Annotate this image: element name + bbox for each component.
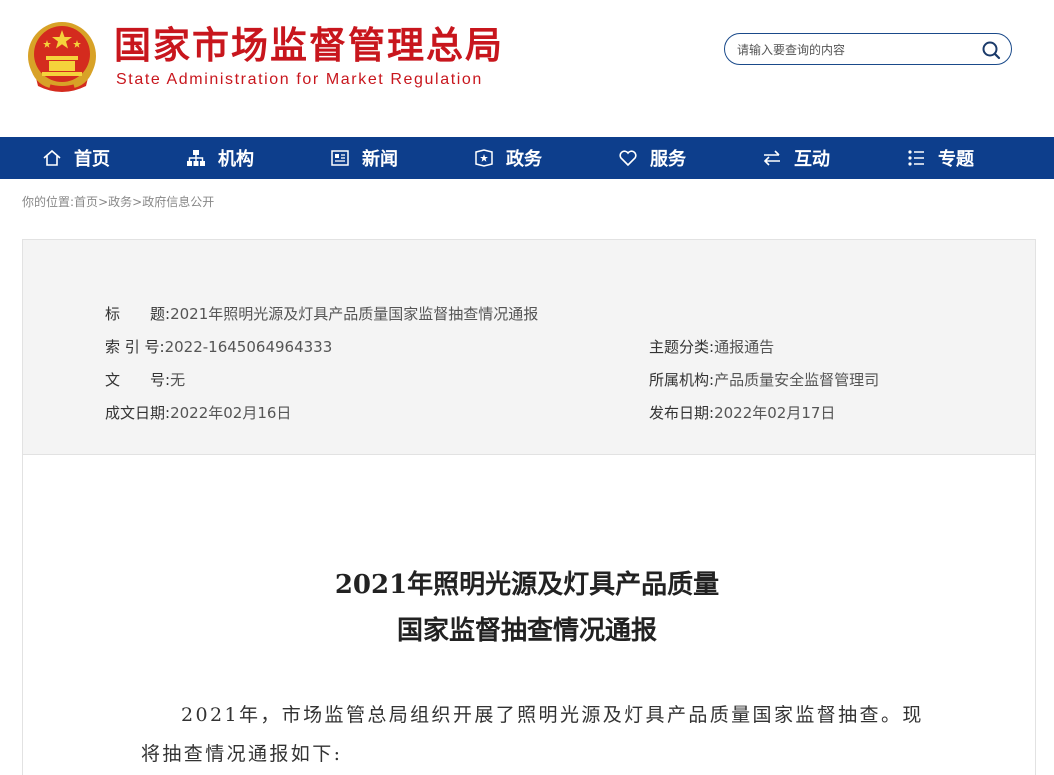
nav-label: 机构: [218, 149, 254, 170]
nav-label: 政务: [506, 149, 542, 170]
breadcrumb-separator: >: [98, 195, 109, 209]
article-title-line-1: 2021年照明光源及灯具产品质量: [334, 570, 720, 600]
meta-label: 发布日期:: [649, 404, 715, 422]
site-title: 国家市场监督管理总局: [114, 24, 504, 67]
government-icon: [475, 149, 493, 167]
nav-item-home[interactable]: 首页: [42, 137, 110, 179]
meta-doc-no: 文 号:无: [105, 370, 185, 390]
newspaper-icon: [331, 150, 349, 166]
meta-created-date: 成文日期:2022年02月16日: [105, 403, 291, 423]
main-nav: 首页 机构 新闻 政务 服务 互动 专题: [0, 137, 1054, 179]
meta-label: 成文日期:: [105, 404, 171, 422]
breadcrumb-link-info[interactable]: 政府信息公开: [142, 195, 214, 209]
meta-value: 产品质量安全监督管理司: [714, 371, 880, 389]
article-paragraph-line-1: 2021年，市场监管总局组织开展了照明光源及灯具产品质量国家监督抽查。现: [181, 704, 924, 726]
meta-label: 索 引 号:: [105, 338, 165, 356]
meta-label: 标 题:: [105, 305, 171, 323]
site-header: 国家市场监督管理总局 State Administration for Mark…: [0, 0, 1054, 137]
nav-item-org[interactable]: 机构: [186, 137, 254, 179]
national-emblem-icon: [28, 22, 96, 92]
article-paragraph-line-2: 将抽查情况通报如下:: [141, 743, 343, 765]
nav-label: 新闻: [362, 149, 398, 170]
topic-list-icon: [908, 150, 924, 166]
nav-item-news[interactable]: 新闻: [330, 137, 398, 179]
meta-value: 通报通告: [714, 338, 775, 356]
meta-value: 2021年照明光源及灯具产品质量国家监督抽查情况通报: [170, 305, 539, 323]
nav-item-interact[interactable]: 互动: [762, 137, 830, 179]
meta-agency: 所属机构:产品质量安全监督管理司: [649, 370, 879, 390]
site-subtitle-en: State Administration for Market Regulati…: [116, 71, 483, 88]
breadcrumb: 你的位置:首页>政务>政府信息公开: [22, 193, 214, 210]
breadcrumb-link-home[interactable]: 首页: [74, 195, 98, 209]
nav-label: 专题: [938, 149, 974, 170]
nav-label: 互动: [794, 149, 830, 170]
meta-label: 主题分类:: [649, 338, 715, 356]
meta-value: 2022年02月17日: [714, 404, 836, 422]
meta-index: 索 引 号:2022-1645064964333: [105, 337, 332, 357]
document-meta-panel: 标 题:2021年照明光源及灯具产品质量国家监督抽查情况通报 索 引 号:202…: [22, 239, 1036, 455]
nav-item-gov[interactable]: 政务: [474, 137, 542, 179]
meta-published-date: 发布日期:2022年02月17日: [649, 403, 835, 423]
nav-item-topic[interactable]: 专题: [906, 137, 974, 179]
exchange-arrows-icon: [763, 150, 780, 166]
home-icon: [43, 149, 61, 166]
breadcrumb-separator: >: [132, 195, 143, 209]
meta-category: 主题分类:通报通告: [649, 337, 774, 357]
nav-label: 首页: [74, 149, 110, 170]
search-box: [724, 33, 1012, 65]
heart-icon: [619, 150, 637, 167]
meta-label: 所属机构:: [649, 371, 715, 389]
meta-label: 文 号:: [105, 371, 171, 389]
article-title-line-2: 国家监督抽查情况通报: [396, 616, 657, 646]
meta-value: 无: [170, 371, 186, 389]
org-chart-icon: [187, 150, 205, 166]
nav-label: 服务: [650, 149, 686, 170]
breadcrumb-link-gov[interactable]: 政务: [108, 195, 132, 209]
nav-item-service[interactable]: 服务: [618, 137, 686, 179]
breadcrumb-prefix: 你的位置:: [22, 195, 75, 209]
meta-value: 2022-1645064964333: [164, 338, 333, 356]
meta-value: 2022年02月16日: [170, 404, 292, 422]
search-icon[interactable]: [981, 40, 1001, 60]
meta-title: 标 题:2021年照明光源及灯具产品质量国家监督抽查情况通报: [105, 304, 538, 324]
search-input[interactable]: [735, 39, 979, 61]
